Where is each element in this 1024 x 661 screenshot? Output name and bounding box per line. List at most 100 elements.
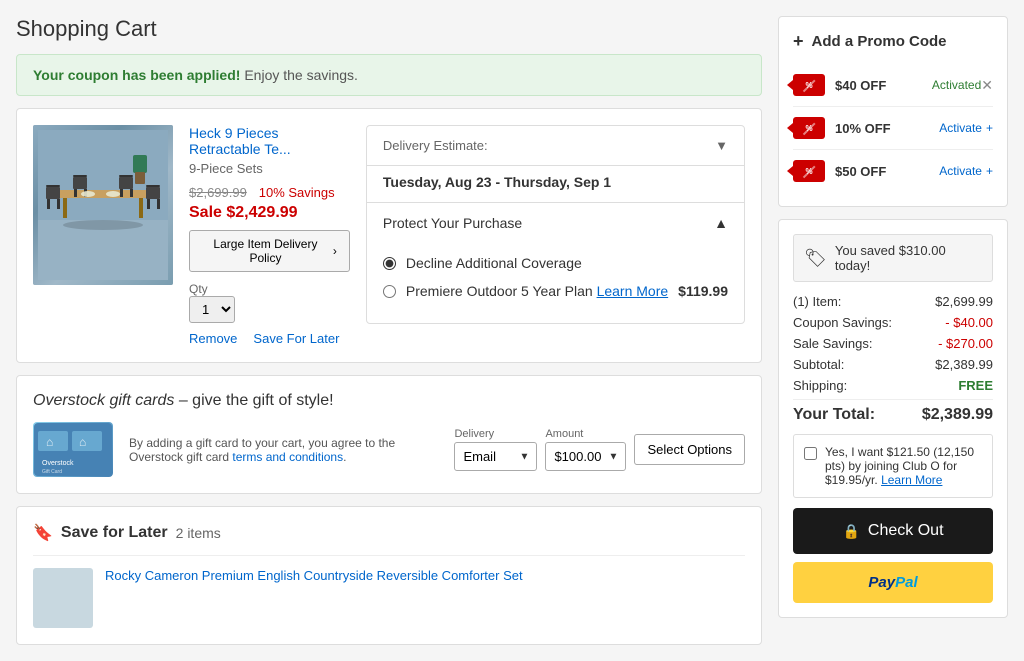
sale-price: Sale $2,429.99: [189, 204, 350, 222]
gift-card-image: Overstock Gift Card ⌂ ⌂: [33, 422, 113, 477]
promo-title: Add a Promo Code: [812, 33, 947, 50]
sale-price-value: $2,429.99: [226, 204, 297, 221]
promo-activate-10off[interactable]: Activate +: [939, 121, 993, 135]
gift-card-svg: Overstock Gift Card ⌂ ⌂: [34, 423, 112, 476]
save-later-item: Rocky Cameron Premium English Countrysid…: [33, 555, 745, 628]
save-for-later-section: 🔖 Save for Later 2 items Rocky Cameron P…: [16, 506, 762, 645]
club-o-learn-more[interactable]: Learn More: [881, 473, 942, 487]
learn-more-link[interactable]: Learn More: [597, 283, 669, 299]
save-later-title: Save for Later: [61, 524, 168, 542]
terms-link[interactable]: terms and conditions: [232, 450, 343, 464]
sale-savings-row: Sale Savings: - $270.00: [793, 336, 993, 351]
cart-item-card: Heck 9 Pieces Retractable Te... 9-Piece …: [16, 108, 762, 363]
gift-card-section: Overstock gift cards – give the gift of …: [16, 375, 762, 494]
savings-label: 10% Savings: [259, 185, 335, 200]
chevron-right-icon: ›: [333, 244, 337, 258]
gift-card-description: By adding a gift card to your cart, you …: [129, 436, 438, 464]
club-o-checkbox[interactable]: [804, 447, 817, 460]
coupon-banner: Your coupon has been applied! Enjoy the …: [16, 54, 762, 96]
svg-text:Overstock: Overstock: [42, 460, 74, 467]
sale-label: Sale: [189, 204, 222, 221]
total-value: $2,389.99: [922, 406, 993, 424]
save-for-later-header: 🔖 Save for Later 2 items: [33, 523, 745, 543]
qty-select[interactable]: 1 2 3: [189, 296, 235, 323]
shipping-label: Shipping:: [793, 378, 847, 393]
coupon-applied-text: Your coupon has been applied!: [33, 67, 240, 83]
gift-card-title: Overstock gift cards – give the gift of …: [33, 392, 745, 410]
items-value: $2,699.99: [935, 294, 993, 309]
remove-link[interactable]: Remove: [189, 331, 237, 346]
promo-activate-50off[interactable]: Activate +: [939, 164, 993, 178]
delivery-policy-button[interactable]: Large Item Delivery Policy ›: [189, 230, 350, 272]
add-icon: +: [793, 31, 804, 52]
delivery-date: Tuesday, Aug 23 - Thursday, Sep 1: [367, 166, 744, 202]
svg-text:⌂: ⌂: [79, 435, 86, 449]
promo-header: + Add a Promo Code: [793, 31, 993, 52]
save-later-item-title[interactable]: Rocky Cameron Premium English Countrysid…: [105, 568, 523, 628]
decline-coverage-label: Decline Additional Coverage: [406, 255, 582, 271]
decline-coverage-radio[interactable]: [383, 257, 396, 270]
bookmark-icon: 🔖: [33, 523, 53, 543]
promo-label-50off: $50 OFF: [835, 164, 939, 179]
chevron-down-icon: ▼: [715, 138, 728, 153]
delivery-select-container: Email Physical: [454, 442, 537, 471]
gift-card-content: Overstock Gift Card ⌂ ⌂ By adding a gift…: [33, 422, 745, 477]
promo-label-10off: 10% OFF: [835, 121, 939, 136]
paypal-button[interactable]: PayPal: [793, 562, 993, 603]
coupon-savings-value: - $40.00: [945, 315, 993, 330]
checkout-label: Check Out: [868, 522, 944, 540]
amount-select[interactable]: $100.00 $25.00 $50.00: [545, 442, 626, 471]
delivery-select[interactable]: Email Physical: [454, 442, 537, 471]
items-row: (1) Item: $2,699.99: [793, 294, 993, 309]
delivery-select-wrap: Delivery Email Physical: [454, 428, 537, 471]
svg-text:⌂: ⌂: [46, 435, 53, 449]
coupon-enjoy-text: Enjoy the savings.: [244, 67, 358, 83]
subtotal-value: $2,389.99: [935, 357, 993, 372]
sale-savings-value: - $270.00: [938, 336, 993, 351]
premiere-coverage-radio[interactable]: [383, 285, 396, 298]
premiere-coverage-option[interactable]: Premiere Outdoor 5 Year Plan Learn More …: [383, 283, 728, 299]
coupon-savings-row: Coupon Savings: - $40.00: [793, 315, 993, 330]
promo-code-card: + Add a Promo Code % $40 OFF Activated ✕…: [778, 16, 1008, 207]
shipping-value: FREE: [958, 378, 993, 393]
subtotal-label: Subtotal:: [793, 357, 844, 372]
promo-label-40off: $40 OFF: [835, 78, 932, 93]
subtotal-row: Subtotal: $2,389.99: [793, 357, 993, 372]
original-price: $2,699.99: [189, 185, 247, 200]
promo-status-40off: Activated: [932, 78, 981, 92]
club-o-section: Yes, I want $121.50 (12,150 pts) by join…: [793, 434, 993, 498]
product-image: [33, 125, 173, 285]
promo-remove-40off[interactable]: ✕: [981, 77, 993, 94]
promo-item-10off: % 10% OFF Activate +: [793, 107, 993, 150]
product-image-svg: [38, 130, 168, 280]
delivery-protection-panel: Delivery Estimate: ▼ Tuesday, Aug 23 - T…: [366, 125, 745, 346]
savings-today-text: You saved $310.00 today!: [835, 243, 982, 273]
delivery-estimate-label: Delivery Estimate:: [383, 138, 488, 153]
gift-card-controls: Delivery Email Physical Amount $10: [454, 428, 745, 471]
promo-item-40off: % $40 OFF Activated ✕: [793, 64, 993, 107]
total-row: Your Total: $2,389.99: [793, 399, 993, 424]
delivery-estimate-header: Delivery Estimate: ▼: [367, 126, 744, 166]
item-subtitle: 9-Piece Sets: [189, 161, 350, 176]
promo-tag-50off: %: [793, 160, 825, 182]
page-title: Shopping Cart: [16, 16, 762, 42]
delivery-label: Delivery: [454, 428, 537, 440]
save-later-item-image: [33, 568, 93, 628]
chevron-up-icon: ▲: [714, 215, 728, 231]
select-options-button[interactable]: Select Options: [634, 434, 745, 465]
item-title[interactable]: Heck 9 Pieces Retractable Te...: [189, 125, 350, 157]
promo-tag-10off: %: [793, 117, 825, 139]
protect-options: Decline Additional Coverage Premiere Out…: [367, 243, 744, 323]
amount-select-wrap: Amount $100.00 $25.00 $50.00: [545, 428, 626, 471]
promo-item-50off: % $50 OFF Activate +: [793, 150, 993, 192]
save-for-later-link[interactable]: Save For Later: [253, 331, 339, 346]
protect-purchase-header[interactable]: Protect Your Purchase ▲: [367, 202, 744, 243]
shipping-row: Shipping: FREE: [793, 378, 993, 393]
premiere-coverage-label: Premiere Outdoor 5 Year Plan Learn More: [406, 283, 668, 299]
lock-icon: 🔒: [842, 523, 859, 540]
savings-icon: 🏷: [804, 248, 827, 269]
qty-label: Qty: [189, 282, 350, 296]
items-label: (1) Item:: [793, 294, 841, 309]
decline-coverage-option[interactable]: Decline Additional Coverage: [383, 255, 728, 271]
checkout-button[interactable]: 🔒 Check Out: [793, 508, 993, 554]
